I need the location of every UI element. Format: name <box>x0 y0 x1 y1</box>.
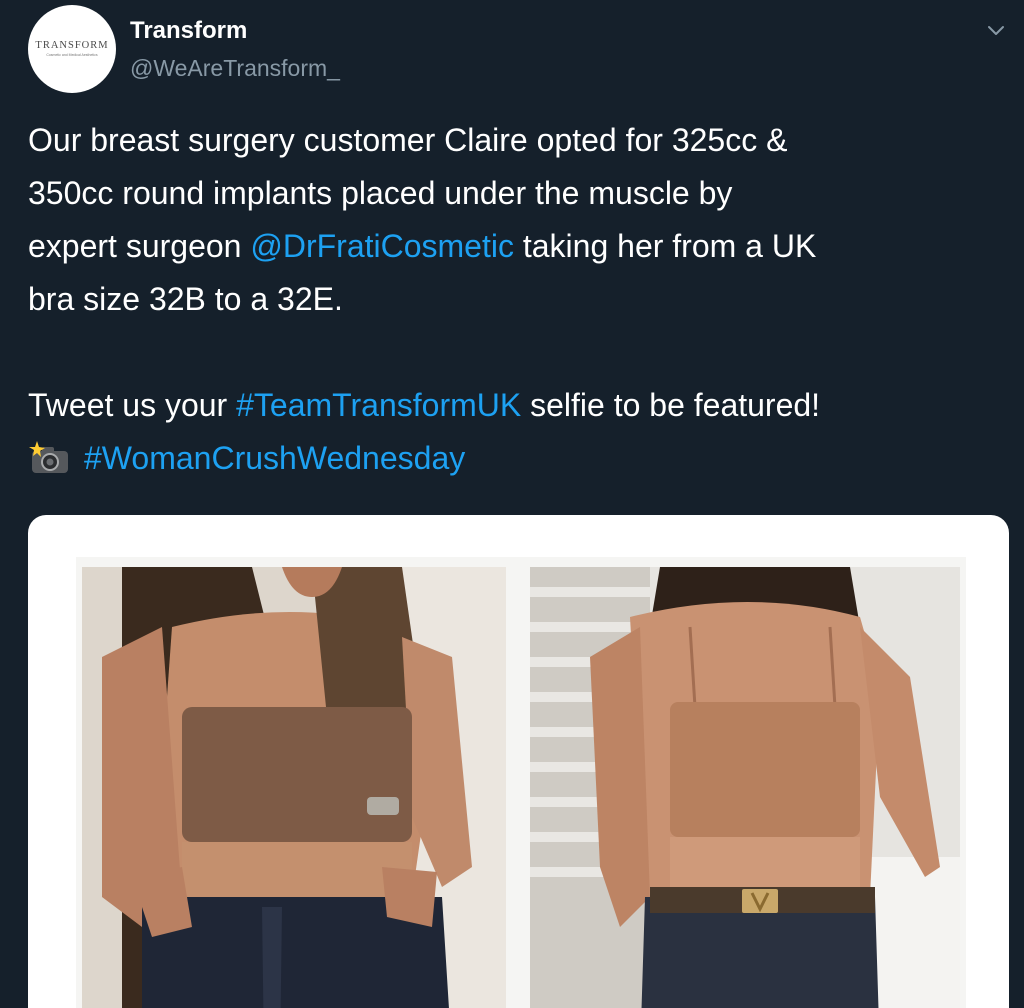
tweet-line: 350cc round implants placed under the mu… <box>28 175 733 211</box>
after-photo[interactable] <box>530 567 960 1008</box>
before-photo[interactable] <box>82 567 506 1008</box>
avatar-brand-text: TRANSFORM <box>35 39 109 51</box>
hashtag-link[interactable]: #WomanCrushWednesday <box>84 440 465 476</box>
tweet-media[interactable] <box>28 515 1009 1008</box>
author-avatar[interactable]: TRANSFORM Cosmetic and Medical Aesthetic… <box>28 5 116 93</box>
tweet-body: Our breast surgery customer Claire opted… <box>28 114 1018 491</box>
tweet-text-segment: expert surgeon <box>28 228 251 264</box>
tweet-line: bra size 32B to a 32E. <box>28 281 343 317</box>
tweet-line: Tweet us your #TeamTransformUK selfie to… <box>28 379 1018 432</box>
tweet-text-segment: Tweet us your <box>28 387 237 423</box>
tweet-text-segment: taking her from a UK <box>513 228 817 264</box>
tweet-line: Our breast surgery customer Claire opted… <box>28 122 788 158</box>
avatar-tagline: Cosmetic and Medical Aesthetics <box>46 53 98 58</box>
hashtag-link[interactable]: #TeamTransformUK <box>236 387 521 423</box>
mention-link[interactable]: @DrFratiCosmetic <box>250 228 514 264</box>
photo-collage <box>76 557 966 1008</box>
tweet-line: #WomanCrushWednesday <box>28 432 1018 491</box>
author-display-name[interactable]: Transform <box>130 16 247 46</box>
chevron-down-icon[interactable] <box>983 18 1009 44</box>
camera-flash-icon <box>28 438 72 491</box>
author-handle[interactable]: @WeAreTransform_ <box>130 53 340 83</box>
tweet-text-segment: selfie to be featured! <box>521 387 821 423</box>
tweet: TRANSFORM Cosmetic and Medical Aesthetic… <box>0 0 1024 1008</box>
tweet-line: expert surgeon @DrFratiCosmetic taking h… <box>28 220 1018 273</box>
